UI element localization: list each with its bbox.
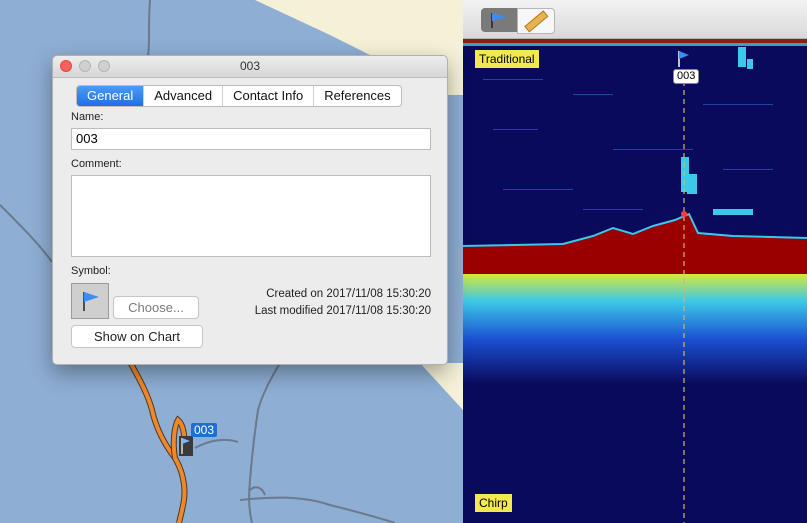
flag-icon [491,13,507,28]
created-timestamp: Created on 2017/11/08 15:30:20 [266,288,431,300]
comment-label: Comment: [71,158,122,170]
tab-references[interactable]: References [313,86,400,106]
chirp-label: Chirp [475,494,512,512]
symbol-label: Symbol: [71,265,111,277]
tab-advanced[interactable]: Advanced [143,86,222,106]
sonar-toolbar [463,0,807,39]
name-label: Name: [71,111,104,123]
sonar-display[interactable] [463,39,807,523]
sonar-pane: Traditional 003 Chirp [463,0,807,523]
surface-band [463,39,807,43]
tab-contact-info[interactable]: Contact Info [222,86,313,106]
waypoint-marker-dot [681,211,687,217]
traditional-label: Traditional [475,50,539,68]
show-on-chart-button[interactable]: Show on Chart [71,325,203,348]
tab-bar: General Advanced Contact Info References [76,85,402,107]
dialog-title: 003 [239,59,261,73]
sub-bottom [463,274,807,384]
dialog-titlebar[interactable]: 003 [53,56,447,78]
marker-label[interactable]: 003 [673,69,700,84]
choose-button[interactable]: Choose... [113,296,199,319]
ruler-tool-button[interactable] [517,8,555,34]
waypoint-label[interactable]: 003 [191,423,218,437]
waypoint-dialog: 003 General Advanced Contact Info Refere… [52,55,448,365]
flag-icon [83,292,99,311]
symbol-well[interactable] [71,283,109,319]
name-field[interactable]: 003 [71,128,431,150]
flag-tool-button[interactable] [481,8,517,32]
tab-general[interactable]: General [77,86,144,106]
modified-timestamp: Last modified 2017/11/08 15:30:20 [254,305,431,317]
ruler-icon [524,10,549,33]
comment-field[interactable] [71,175,431,257]
